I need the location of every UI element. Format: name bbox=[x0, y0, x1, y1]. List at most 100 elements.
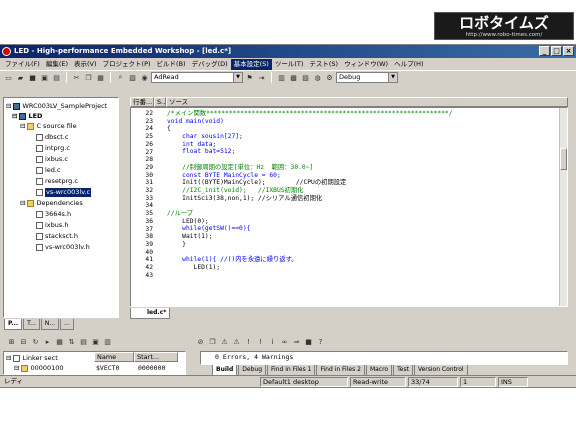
tab-templates[interactable]: T... bbox=[23, 319, 40, 330]
jump-icon[interactable]: ⇥ bbox=[256, 72, 267, 83]
warning-next-icon[interactable]: ⚠ bbox=[231, 337, 242, 348]
maximize-button[interactable]: □ bbox=[551, 46, 562, 56]
project-node[interactable]: ⊟ WRC003LV_SampleProject bbox=[6, 102, 107, 111]
warning-prev-icon[interactable]: ⚠ bbox=[219, 337, 230, 348]
tab-navigation[interactable]: N... bbox=[40, 319, 60, 330]
column-header-source[interactable]: ソース bbox=[166, 97, 568, 107]
code-line[interactable] bbox=[167, 248, 453, 256]
linker-tree-root[interactable]: ⊟ Linker sect bbox=[6, 354, 58, 363]
menu-build[interactable]: ビルド(B) bbox=[154, 59, 189, 70]
table-row[interactable]: $VECT0 0000000 bbox=[96, 364, 165, 373]
output-window[interactable]: 0 Errors, 4 Warnings bbox=[200, 351, 568, 365]
dependencies-folder[interactable]: ⊟ Dependencies bbox=[20, 199, 83, 208]
error-next-icon[interactable]: ! bbox=[255, 337, 266, 348]
file-item[interactable]: vs-wrc003lv.h bbox=[36, 243, 90, 252]
compile-icon[interactable]: ▥ bbox=[276, 72, 287, 83]
code-line[interactable]: while(1){ //()内を永遠に繰り返す。 bbox=[167, 256, 453, 264]
code-line[interactable]: Wait(1); bbox=[167, 233, 453, 241]
map-icon[interactable]: ▦ bbox=[54, 337, 65, 348]
code-line[interactable]: //I2C_init(void); //IXBUS初期化 bbox=[167, 187, 453, 195]
collapse-icon[interactable]: ⊟ bbox=[20, 199, 25, 208]
file-item[interactable]: resetprg.c bbox=[36, 177, 78, 186]
menu-debug[interactable]: デバッグ(D) bbox=[189, 59, 231, 70]
build-all-icon[interactable]: ▨ bbox=[300, 72, 311, 83]
save-all-icon[interactable]: ▣ bbox=[39, 72, 50, 83]
tab-led-c[interactable]: led.c* bbox=[130, 308, 171, 319]
code-editor[interactable]: 22 23 24 25 26 27 28 29 30 31 32 33 34 35 36 37 38 39 40 41… bbox=[130, 107, 568, 307]
build-icon[interactable]: ▩ bbox=[288, 72, 299, 83]
view-icon[interactable]: ▤ bbox=[78, 337, 89, 348]
menu-setup[interactable]: 基本設定(S) bbox=[230, 58, 272, 70]
help-icon[interactable]: ? bbox=[315, 337, 326, 348]
search-next-icon[interactable]: ◉ bbox=[139, 72, 150, 83]
menu-tools[interactable]: ツール(T) bbox=[272, 59, 307, 70]
collapse-icon[interactable]: ⊟ bbox=[6, 102, 11, 111]
file-item[interactable]: 3664s.h bbox=[36, 210, 71, 219]
open-folder-icon[interactable]: ▰ bbox=[15, 72, 26, 83]
info-icon[interactable]: i bbox=[267, 337, 278, 348]
code-line[interactable]: /*メイン関数*********************************… bbox=[167, 110, 453, 118]
tab-other[interactable]: ... bbox=[60, 319, 74, 330]
file-item[interactable]: intprg.c bbox=[36, 144, 70, 153]
tree-collapse-icon[interactable]: ⊞ bbox=[6, 337, 17, 348]
close-button[interactable]: × bbox=[563, 46, 574, 56]
collapse-icon[interactable]: ⊟ bbox=[12, 112, 17, 121]
find-files-icon[interactable]: ▧ bbox=[127, 72, 138, 83]
paste-icon[interactable]: ▦ bbox=[95, 72, 106, 83]
menu-file[interactable]: ファイル(F) bbox=[2, 59, 43, 70]
code-line[interactable]: Init((BYTE)MainCycle); //CPUの初期設定 bbox=[167, 179, 453, 187]
clear-icon[interactable]: ⊘ bbox=[195, 337, 206, 348]
file-item[interactable]: dbsct.c bbox=[36, 133, 68, 142]
new-file-icon[interactable]: ▭ bbox=[3, 72, 14, 83]
editor-scrollbar[interactable] bbox=[559, 108, 567, 306]
expand-icon[interactable]: ▸ bbox=[42, 337, 53, 348]
goto-icon[interactable]: ⇒ bbox=[291, 337, 302, 348]
code-line[interactable]: while(getSW()==0){ bbox=[167, 225, 453, 233]
menu-help[interactable]: ヘルプ(H) bbox=[391, 59, 426, 70]
function-combo[interactable]: AdRead ▼ bbox=[151, 72, 243, 83]
config-combo[interactable]: Debug ▼ bbox=[336, 72, 398, 83]
menu-test[interactable]: テスト(S) bbox=[306, 59, 341, 70]
code-line[interactable]: LED(1); bbox=[167, 264, 453, 272]
menu-window[interactable]: ウィンドウ(W) bbox=[341, 59, 391, 70]
menu-project[interactable]: プロジェクト(P) bbox=[100, 59, 154, 70]
link-icon[interactable]: ∞ bbox=[279, 337, 290, 348]
filter-icon[interactable]: ⊟ bbox=[18, 337, 29, 348]
error-prev-icon[interactable]: ! bbox=[243, 337, 254, 348]
file-item[interactable]: ixbus.h bbox=[36, 221, 68, 230]
menu-view[interactable]: 表示(V) bbox=[71, 59, 100, 70]
file-item[interactable]: stacksct.h bbox=[36, 232, 78, 241]
cut-icon[interactable]: ✂ bbox=[71, 72, 82, 83]
column-header-name[interactable]: Name bbox=[94, 352, 134, 362]
table-icon[interactable]: ▥ bbox=[102, 337, 113, 348]
led-node[interactable]: ⊟ LED bbox=[12, 112, 42, 121]
find-icon[interactable]: ⌕ bbox=[115, 72, 126, 83]
scroll-thumb[interactable] bbox=[560, 148, 567, 170]
print-icon[interactable]: ▤ bbox=[51, 72, 62, 83]
stop-build-icon[interactable]: ◍ bbox=[312, 72, 323, 83]
linker-tree-node[interactable]: ⊟ 00000100 bbox=[14, 364, 64, 373]
code-line[interactable] bbox=[167, 271, 453, 279]
code-line[interactable] bbox=[167, 202, 453, 210]
c-source-folder[interactable]: ⊟ C source file bbox=[20, 122, 77, 131]
tab-projects[interactable]: P... bbox=[4, 319, 23, 330]
code-content[interactable]: /*メイン関数*********************************… bbox=[167, 110, 453, 279]
menu-edit[interactable]: 編集(E) bbox=[43, 59, 71, 70]
code-line[interactable]: InitSci3(38,non,1); //シリアル通信初期化 bbox=[167, 195, 453, 203]
file-item[interactable]: led.c bbox=[36, 166, 61, 175]
code-line[interactable]: LED(0); bbox=[167, 218, 453, 226]
file-item[interactable]: ixbus.c bbox=[36, 155, 68, 164]
refresh-icon[interactable]: ↻ bbox=[30, 337, 41, 348]
bookmark-icon[interactable]: ⚑ bbox=[244, 72, 255, 83]
column-header-s[interactable]: S... bbox=[154, 97, 167, 107]
collapse-icon[interactable]: ⊟ bbox=[20, 122, 25, 131]
code-line[interactable]: void main(void) bbox=[167, 118, 453, 126]
code-line[interactable]: //ループ bbox=[167, 210, 453, 218]
sort-icon[interactable]: ⇅ bbox=[66, 337, 77, 348]
save-icon[interactable]: ■ bbox=[303, 337, 314, 348]
config-icon[interactable]: ⚙ bbox=[324, 72, 335, 83]
file-item-selected[interactable]: vs-wrc003lv.c bbox=[36, 188, 92, 197]
copy-icon[interactable]: ❐ bbox=[207, 337, 218, 348]
properties-icon[interactable]: ▣ bbox=[90, 337, 101, 348]
code-line[interactable]: float bat=512; bbox=[167, 148, 453, 156]
